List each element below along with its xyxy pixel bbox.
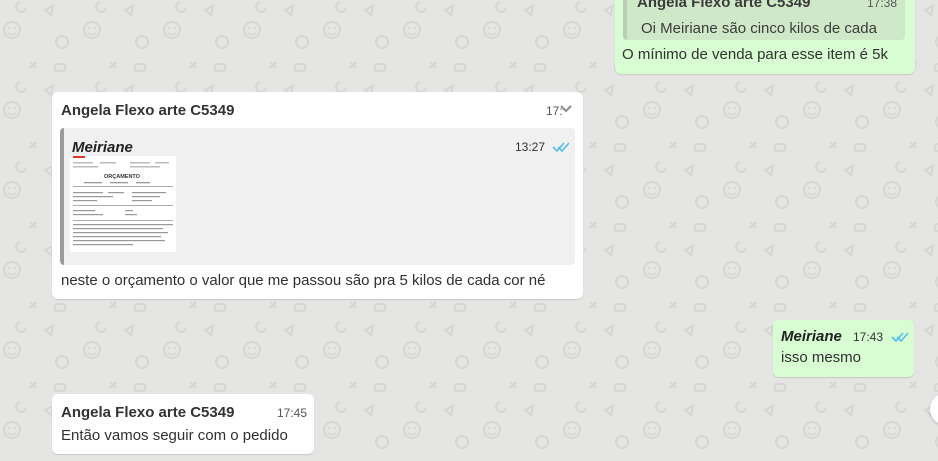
message-time: 17:45: [277, 406, 308, 420]
message-incoming-proceed[interactable]: Angela Flexo arte C5349 17:45 Então vamo…: [52, 394, 314, 454]
message-outgoing-minimum-sale[interactable]: Angela Flexo arte C5349 17:38 Oi Meirian…: [615, 0, 915, 74]
document-time: 13:27: [515, 140, 546, 154]
sender-name: Meiriane: [781, 328, 842, 345]
document-preview[interactable]: Meiriane 13:27 ORÇAMENTO: [60, 128, 575, 265]
quoted-sender-name: Angela Flexo arte C5349: [637, 0, 811, 11]
sender-name: Angela Flexo arte C5349: [61, 404, 235, 421]
quoted-message-text: Oi Meiriane são cinco kilos de cada: [641, 20, 877, 37]
document-thumbnail[interactable]: ORÇAMENTO: [70, 156, 176, 252]
message-outgoing-confirmation[interactable]: Meiriane 17:43 isso mesmo: [773, 320, 914, 377]
double-check-icon: [552, 142, 570, 153]
document-author: Meiriane: [72, 139, 133, 156]
message-text: Então vamos seguir com o pedido: [61, 427, 288, 444]
quotation-page-image: ORÇAMENTO: [70, 156, 176, 252]
message-time: 17:43: [853, 330, 884, 344]
quoted-message-time: 17:38: [866, 0, 897, 10]
message-text: isso mesmo: [781, 349, 862, 366]
quoted-message[interactable]: Angela Flexo arte C5349 17:38 Oi Meirian…: [623, 0, 905, 40]
chevron-down-icon[interactable]: [558, 101, 574, 117]
message-incoming-document[interactable]: Angela Flexo arte C5349 17: Meiriane 13:…: [52, 92, 583, 299]
double-check-icon: [891, 332, 909, 343]
message-text: O mínimo de venda para esse item é 5k: [622, 46, 888, 63]
sender-name: Angela Flexo arte C5349: [61, 102, 235, 119]
thumbnail-title: ORÇAMENTO: [104, 174, 141, 180]
message-text: neste o orçamento o valor que me passou …: [61, 272, 546, 289]
